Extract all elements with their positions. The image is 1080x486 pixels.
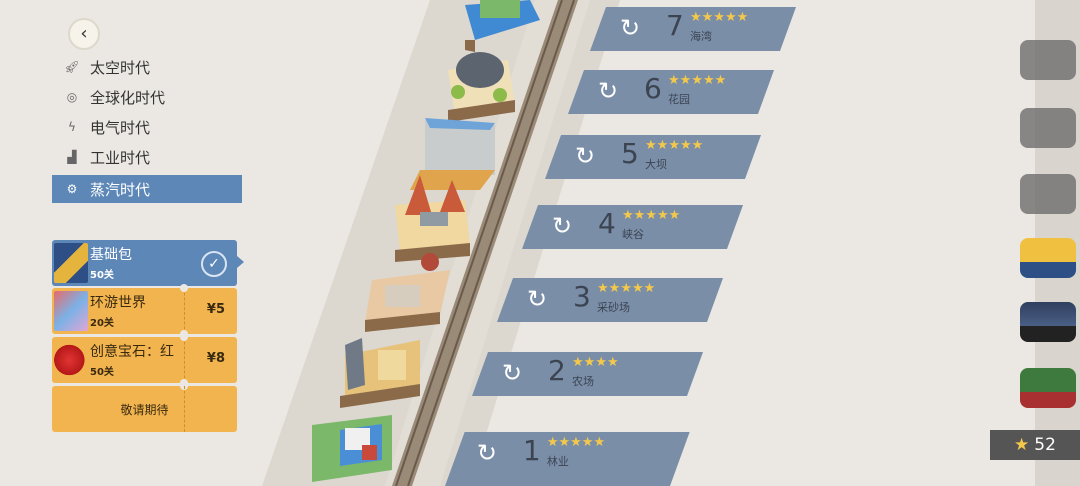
locked-train-silhouette[interactable] [1020, 108, 1076, 148]
level-name: 农场 [572, 375, 595, 388]
replay-icon[interactable]: ↻ [620, 14, 640, 42]
replay-icon[interactable]: ↻ [552, 212, 572, 240]
level-number: 2 [548, 354, 566, 387]
locked-train-silhouette[interactable] [1020, 174, 1076, 214]
replay-icon[interactable]: ↻ [502, 359, 522, 387]
replay-icon[interactable]: ↻ [598, 77, 618, 105]
level-stars: ★★★★ [572, 355, 619, 370]
level-stars: ★★★★★ [546, 435, 606, 450]
level-number: 1 [522, 434, 541, 467]
steam-locomotive-blue[interactable] [1020, 302, 1076, 342]
level-stars: ★★★★★ [622, 208, 681, 223]
level-number: 4 [598, 207, 616, 240]
replay-icon[interactable]: ↻ [527, 285, 547, 313]
locked-train-silhouette[interactable] [1020, 40, 1076, 80]
steam-locomotive-green[interactable] [1020, 368, 1076, 408]
level-number: 3 [573, 280, 591, 313]
level-name: 海湾 [690, 30, 713, 43]
level-row-2[interactable]: ↻ 2 ★★★★ 农场 [472, 352, 704, 396]
level-row-1[interactable]: ↻ 1 ★★★★★ 林业 [445, 432, 690, 486]
level-row-3[interactable]: ↻ 3 ★★★★★ 采砂场 [497, 278, 724, 322]
level-number: 5 [621, 137, 639, 170]
level-name: 花园 [668, 93, 691, 106]
star-score-badge: ★ 52 [990, 430, 1080, 460]
level-stars: ★★★★★ [690, 10, 749, 25]
star-icon: ★ [1014, 435, 1030, 455]
level-row-7[interactable]: ↻ 7 ★★★★★ 海湾 [590, 7, 797, 51]
level-name: 林业 [546, 455, 569, 468]
diorama-farm [340, 338, 420, 408]
level-stars: ★★★★★ [597, 281, 656, 296]
level-stars: ★★★★★ [645, 138, 704, 153]
level-row-6[interactable]: ↻ 6 ★★★★★ 花园 [568, 70, 775, 114]
replay-icon[interactable]: ↻ [575, 142, 595, 170]
level-name: 采砂场 [597, 301, 631, 314]
replay-icon[interactable]: ↻ [477, 439, 497, 467]
level-row-5[interactable]: ↻ 5 ★★★★★ 大坝 [545, 135, 762, 179]
star-count: 52 [1034, 435, 1056, 455]
diesel-locomotive[interactable] [1020, 238, 1076, 278]
level-stars: ★★★★★ [668, 73, 727, 88]
level-name: 峡谷 [622, 228, 645, 241]
level-number: 7 [666, 9, 684, 42]
level-name: 大坝 [645, 158, 668, 171]
level-number: 6 [644, 72, 662, 105]
level-row-4[interactable]: ↻ 4 ★★★★★ 峡谷 [522, 205, 744, 249]
